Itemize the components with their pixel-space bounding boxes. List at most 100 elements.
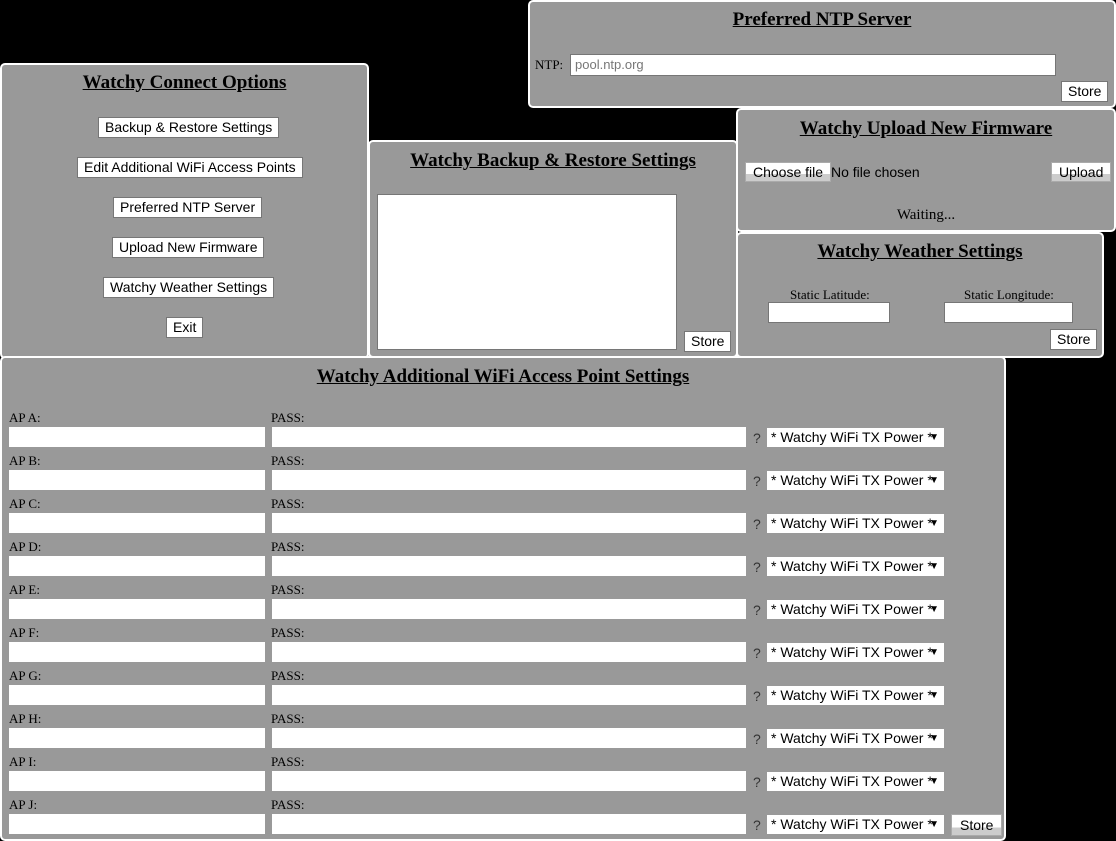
dropdown-arrow-icon: ▼	[929, 604, 939, 615]
ntp-store-button[interactable]: Store	[1061, 81, 1109, 102]
ap-label: AP E:	[9, 582, 40, 597]
wifi-store-button[interactable]: Store	[951, 814, 1003, 836]
dropdown-arrow-icon: ▼	[929, 647, 939, 658]
ap-row-h: AP H: PASS:? * Watchy WiFi TX Power * ▼	[2, 709, 1002, 752]
latitude-input[interactable]	[768, 302, 890, 323]
dropdown-arrow-icon: ▼	[929, 819, 939, 830]
backup-textarea[interactable]	[377, 194, 677, 350]
ap-row-b: AP B: PASS:? * Watchy WiFi TX Power * ▼	[2, 451, 1002, 494]
help-icon[interactable]: ?	[753, 731, 761, 747]
tx-power-selected: * Watchy WiFi TX Power *	[771, 644, 933, 660]
help-icon[interactable]: ?	[753, 817, 761, 833]
edit-wifi-aps-button[interactable]: Edit Additional WiFi Access Points	[77, 157, 303, 178]
tx-power-selected: * Watchy WiFi TX Power *	[771, 429, 933, 445]
ap-pass-input[interactable]	[272, 728, 746, 748]
help-icon[interactable]: ?	[753, 430, 761, 446]
dropdown-arrow-icon: ▼	[929, 475, 939, 486]
pass-label: PASS:	[271, 625, 305, 640]
connect-options-panel: Watchy Connect Options Backup & Restore …	[0, 63, 369, 359]
upload-firmware-button[interactable]: Upload New Firmware	[112, 237, 265, 258]
ap-row-f: AP F: PASS:? * Watchy WiFi TX Power * ▼	[2, 623, 1002, 666]
ap-pass-input[interactable]	[272, 685, 746, 705]
ntp-placeholder: pool.ntp.org	[575, 57, 644, 72]
ap-label: AP D:	[9, 539, 42, 554]
ap-row-g: AP G: PASS:? * Watchy WiFi TX Power * ▼	[2, 666, 1002, 709]
pass-label: PASS:	[271, 711, 305, 726]
wifi-ap-panel: Watchy Additional WiFi Access Point Sett…	[0, 356, 1006, 841]
longitude-input[interactable]	[944, 302, 1073, 323]
ap-pass-input[interactable]	[272, 556, 746, 576]
tx-power-select[interactable]: * Watchy WiFi TX Power * ▼	[767, 428, 944, 447]
ap-ssid-input[interactable]	[9, 599, 265, 619]
tx-power-selected: * Watchy WiFi TX Power *	[771, 687, 933, 703]
exit-button[interactable]: Exit	[166, 317, 204, 338]
tx-power-select[interactable]: * Watchy WiFi TX Power * ▼	[767, 729, 944, 748]
ap-ssid-input[interactable]	[9, 470, 265, 490]
ap-ssid-input[interactable]	[9, 642, 265, 662]
ntp-server-input[interactable]: pool.ntp.org	[570, 54, 1056, 76]
tx-power-select[interactable]: * Watchy WiFi TX Power * ▼	[767, 815, 944, 834]
ap-ssid-input[interactable]	[9, 513, 265, 533]
ap-pass-input[interactable]	[272, 470, 746, 490]
tx-power-select[interactable]: * Watchy WiFi TX Power * ▼	[767, 686, 944, 705]
weather-title: Watchy Weather Settings	[817, 241, 1023, 262]
file-status: No file chosen	[831, 164, 920, 180]
ap-ssid-input[interactable]	[9, 556, 265, 576]
backup-restore-title: Watchy Backup & Restore Settings	[410, 150, 696, 171]
weather-store-button[interactable]: Store	[1050, 329, 1098, 350]
tx-power-selected: * Watchy WiFi TX Power *	[771, 472, 933, 488]
tx-power-selected: * Watchy WiFi TX Power *	[771, 816, 933, 832]
ap-ssid-input[interactable]	[9, 427, 265, 447]
ap-ssid-input[interactable]	[9, 728, 265, 748]
dropdown-arrow-icon: ▼	[929, 733, 939, 744]
upload-button[interactable]: Upload	[1051, 162, 1112, 182]
ap-pass-input[interactable]	[272, 771, 746, 791]
tx-power-select[interactable]: * Watchy WiFi TX Power * ▼	[767, 643, 944, 662]
dropdown-arrow-icon: ▼	[929, 776, 939, 787]
ap-ssid-input[interactable]	[9, 685, 265, 705]
tx-power-select[interactable]: * Watchy WiFi TX Power * ▼	[767, 557, 944, 576]
pass-label: PASS:	[271, 539, 305, 554]
help-icon[interactable]: ?	[753, 645, 761, 661]
ap-pass-input[interactable]	[272, 599, 746, 619]
choose-file-button[interactable]: Choose file	[745, 162, 832, 182]
ap-row-d: AP D: PASS:? * Watchy WiFi TX Power * ▼	[2, 537, 1002, 580]
help-icon[interactable]: ?	[753, 688, 761, 704]
ap-pass-input[interactable]	[272, 642, 746, 662]
dropdown-arrow-icon: ▼	[929, 561, 939, 572]
preferred-ntp-button[interactable]: Preferred NTP Server	[113, 197, 263, 218]
weather-settings-button[interactable]: Watchy Weather Settings	[103, 277, 275, 298]
help-icon[interactable]: ?	[753, 559, 761, 575]
tx-power-select[interactable]: * Watchy WiFi TX Power * ▼	[767, 514, 944, 533]
ap-label: AP H:	[9, 711, 42, 726]
ap-row-j: AP J: PASS:? * Watchy WiFi TX Power * ▼	[2, 795, 1002, 838]
backup-restore-button[interactable]: Backup & Restore Settings	[98, 117, 280, 138]
tx-power-select[interactable]: * Watchy WiFi TX Power * ▼	[767, 471, 944, 490]
ntp-label: NTP:	[535, 57, 564, 72]
ap-row-a: AP A: PASS:? * Watchy WiFi TX Power * ▼	[2, 408, 1002, 451]
help-icon[interactable]: ?	[753, 516, 761, 532]
longitude-label: Static Longitude:	[964, 287, 1054, 302]
ap-pass-input[interactable]	[272, 814, 746, 834]
help-icon[interactable]: ?	[753, 473, 761, 489]
ntp-panel: Preferred NTP Server NTP: pool.ntp.org S…	[528, 0, 1116, 108]
connect-options-title: Watchy Connect Options	[82, 72, 287, 93]
tx-power-selected: * Watchy WiFi TX Power *	[771, 558, 933, 574]
pass-label: PASS:	[271, 582, 305, 597]
ap-label: AP J:	[9, 797, 38, 812]
backup-store-button[interactable]: Store	[684, 331, 732, 352]
help-icon[interactable]: ?	[753, 774, 761, 790]
ap-label: AP I:	[9, 754, 37, 769]
ap-pass-input[interactable]	[272, 513, 746, 533]
ap-pass-input[interactable]	[272, 427, 746, 447]
pass-label: PASS:	[271, 668, 305, 683]
ap-ssid-input[interactable]	[9, 771, 265, 791]
ap-label: AP G:	[9, 668, 42, 683]
ap-ssid-input[interactable]	[9, 814, 265, 834]
ap-label: AP C:	[9, 496, 41, 511]
tx-power-select[interactable]: * Watchy WiFi TX Power * ▼	[767, 600, 944, 619]
help-icon[interactable]: ?	[753, 602, 761, 618]
ntp-panel-title: Preferred NTP Server	[732, 9, 912, 30]
tx-power-selected: * Watchy WiFi TX Power *	[771, 773, 933, 789]
tx-power-select[interactable]: * Watchy WiFi TX Power * ▼	[767, 772, 944, 791]
